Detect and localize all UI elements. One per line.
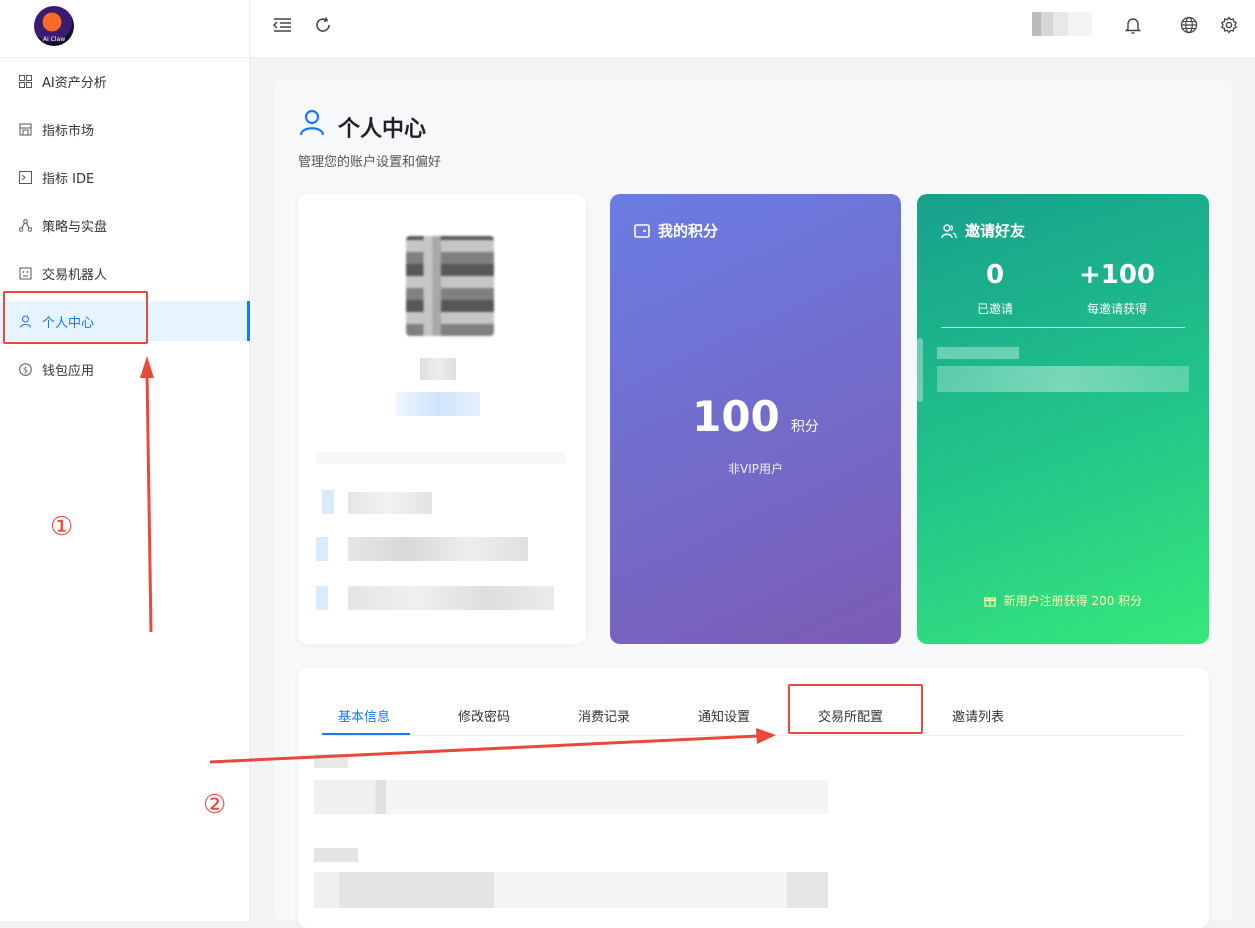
sidebar-item-ai-asset-analysis[interactable]: AI资产分析 — [0, 61, 250, 101]
sidebar-item-label: AI资产分析 — [42, 75, 107, 91]
invite-scroll-handle[interactable] — [917, 338, 923, 402]
sidebar-item-label: 策略与实盘 — [42, 219, 108, 235]
svg-text:$: $ — [22, 365, 27, 374]
annotation-box-exchange-config — [788, 684, 923, 734]
collapse-menu-icon[interactable] — [271, 14, 293, 36]
user-name-redacted[interactable] — [1032, 12, 1092, 36]
tab-change-password[interactable]: 修改密码 — [458, 706, 510, 725]
sidebar-item-label: 交易机器人 — [42, 267, 108, 283]
robot-icon — [18, 266, 32, 280]
profile-card — [298, 194, 586, 644]
bell-icon[interactable] — [1122, 14, 1144, 36]
tab-invite-list[interactable]: 邀请列表 — [952, 706, 1004, 725]
field-label-redacted — [314, 848, 358, 862]
page-title: 个人中心 — [338, 117, 427, 142]
sidebar-item-label: 指标市场 — [42, 123, 95, 139]
tab-consumption-records[interactable]: 消费记录 — [578, 706, 630, 725]
info-icon-redacted — [322, 490, 334, 514]
invite-card: 邀请好友 0 已邀请 +100 每邀请获得 新用户注册获得 200 积分 — [917, 194, 1209, 644]
settings-tabs-card: 基本信息 修改密码 消费记录 通知设置 交易所配置 邀请列表 — [298, 668, 1209, 928]
terminal-icon — [18, 170, 32, 184]
logo-area: AI Claw — [0, 0, 249, 58]
grid-icon — [18, 74, 32, 88]
annotation-step-1: ① — [50, 512, 74, 542]
info-icon-redacted — [316, 537, 328, 561]
sidebar-item-indicator-ide[interactable]: 指标 IDE — [0, 157, 250, 197]
sidebar-item-label: 指标 IDE — [42, 171, 95, 187]
annotation-step-2: ② — [203, 790, 227, 820]
username-redacted — [420, 358, 456, 380]
points-card: 我的积分 100 积分 非VIP用户 — [610, 194, 901, 644]
gear-icon[interactable] — [1218, 14, 1240, 36]
globe-icon[interactable] — [1178, 14, 1200, 36]
shop-icon — [18, 122, 32, 136]
refresh-icon[interactable] — [312, 14, 334, 36]
info-line-redacted — [348, 492, 432, 514]
sidebar-item-wallet-apps[interactable]: $ 钱包应用 — [0, 349, 250, 389]
info-line-redacted — [348, 586, 554, 610]
user-tag-redacted — [396, 392, 480, 416]
annotation-box-personal-center — [3, 291, 148, 344]
info-line-redacted — [348, 537, 528, 561]
sidebar-item-indicator-market[interactable]: 指标市场 — [0, 109, 250, 149]
field-label-redacted — [314, 754, 348, 768]
top-bar — [250, 0, 1255, 58]
invite-link-redacted[interactable] — [937, 366, 1189, 392]
field-input-redacted[interactable] — [314, 872, 828, 908]
wallet-icon — [634, 223, 650, 239]
active-tab-indicator — [322, 733, 410, 735]
sidebar-item-label: 钱包应用 — [42, 363, 95, 379]
info-icon-redacted — [316, 586, 328, 610]
points-value: 100 — [692, 392, 780, 441]
points-title-text: 我的积分 — [658, 222, 719, 240]
users-icon — [941, 223, 957, 239]
invite-divider — [941, 327, 1185, 328]
points-value-row: 100 积分 — [610, 392, 901, 441]
invite-title-text: 邀请好友 — [965, 222, 1026, 240]
reward-value: +100 — [1078, 260, 1156, 290]
tab-notification-settings[interactable]: 通知设置 — [698, 706, 750, 725]
avatar[interactable] — [406, 236, 494, 336]
invite-link-label-redacted — [937, 347, 1019, 359]
bonus-note-text: 新用户注册获得 200 积分 — [1003, 594, 1143, 608]
reward-label: 每邀请获得 — [1086, 302, 1147, 316]
gift-icon — [983, 595, 996, 610]
bonus-note: 新用户注册获得 200 积分 — [917, 592, 1209, 610]
tab-basic-info[interactable]: 基本信息 — [338, 706, 390, 725]
invited-label: 已邀请 — [976, 302, 1013, 316]
divider-redacted — [316, 452, 566, 464]
field-input-redacted[interactable] — [314, 780, 828, 814]
invite-card-title: 邀请好友 — [941, 220, 1025, 241]
points-unit: 积分 — [790, 419, 819, 435]
tabs-divider — [322, 735, 1186, 736]
invited-count: 0 — [985, 260, 1005, 290]
sidebar: AI Claw AI资产分析 指标市场 指标 IDE 策略与实盘 交易机器人 个… — [0, 0, 250, 921]
nodes-icon — [18, 218, 32, 232]
app-logo[interactable]: AI Claw — [34, 6, 74, 46]
sidebar-item-strategy-live[interactable]: 策略与实盘 — [0, 205, 250, 245]
logo-text: AI Claw — [42, 36, 66, 43]
page-subtitle: 管理您的账户设置和偏好 — [298, 155, 442, 170]
dollar-icon: $ — [18, 362, 32, 376]
page-header-icon — [298, 108, 326, 140]
sidebar-item-trading-bot[interactable]: 交易机器人 — [0, 253, 250, 293]
vip-status: 非VIP用户 — [728, 462, 783, 476]
points-card-title: 我的积分 — [634, 220, 718, 241]
